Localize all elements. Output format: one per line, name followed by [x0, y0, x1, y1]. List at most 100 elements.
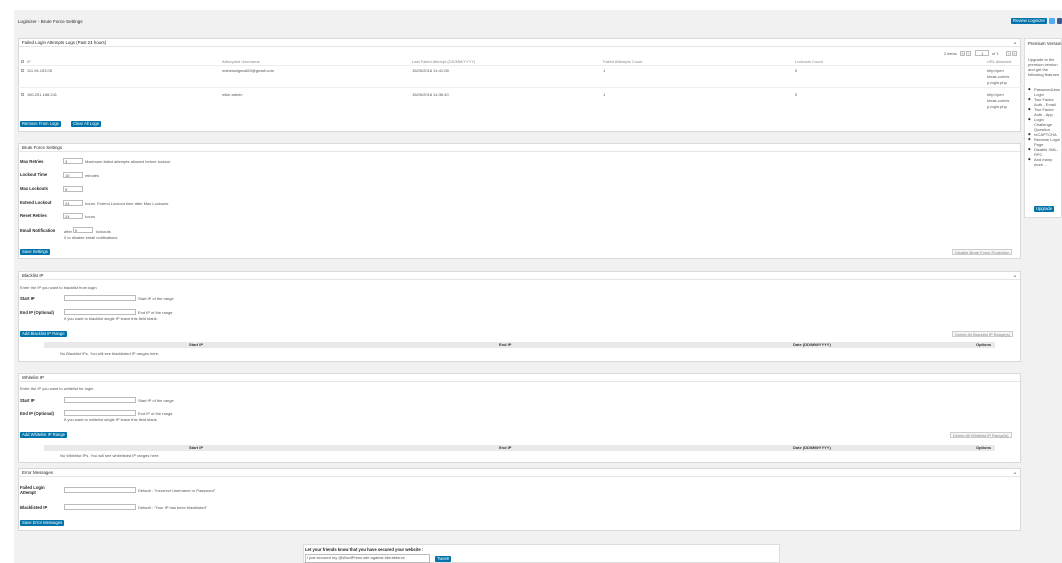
- row-checkbox[interactable]: [21, 69, 24, 72]
- blacklist-end-input[interactable]: [64, 309, 136, 315]
- row-last-attempt: 15/05/2018 14:41:08: [412, 68, 449, 73]
- list-item: Disable XML-RPC: [1028, 147, 1062, 157]
- failed-login-message-input[interactable]: [64, 487, 136, 493]
- collapse-icon[interactable]: ▲: [1013, 272, 1017, 280]
- facebook-icon[interactable]: [1057, 18, 1062, 24]
- first-page-button[interactable]: «: [960, 51, 965, 56]
- row-ip: 111.94.153.05: [27, 68, 52, 73]
- next-page-button[interactable]: ›: [1006, 51, 1011, 56]
- row-failed-count: 1: [603, 92, 606, 97]
- collapse-icon[interactable]: ▲: [1013, 469, 1017, 477]
- tweet-button[interactable]: Tweet!: [435, 556, 452, 562]
- reset-retries-input[interactable]: 24: [63, 213, 83, 219]
- panel-heading: Error Messages: [19, 469, 1020, 477]
- row-url-line: kmak.com/w: [987, 98, 1010, 103]
- row-username: maheswigmail20@gmail.com: [222, 68, 275, 73]
- column-ip: IP: [27, 59, 31, 64]
- blacklist-empty: No Blacklist IPs. You will see blacklist…: [60, 351, 160, 356]
- column-options: Options: [976, 445, 992, 450]
- whitelist-intro: Enter the IP you want to whitelist for l…: [20, 386, 94, 391]
- blacklisted-ip-message-input[interactable]: [64, 504, 136, 510]
- column-failed-count: Failed Attempts Count: [603, 59, 643, 64]
- row-username: mike admin: [222, 92, 243, 97]
- row-last-attempt: 15/05/2018 14:36:40: [412, 92, 449, 97]
- select-all-checkbox[interactable]: [21, 60, 24, 63]
- clear-all-logs-button[interactable]: Clear All Logs: [71, 121, 101, 127]
- panel-heading: Failed Login Attempts Logs (Past 24 hour…: [19, 39, 1020, 47]
- whitelist-start-input[interactable]: [64, 397, 136, 403]
- whitelist-start-label: Start IP: [20, 398, 35, 403]
- row-url-line: kmak.com/w: [987, 74, 1010, 79]
- share-message-input[interactable]: I just secured my @WordPress site agains…: [305, 554, 430, 563]
- review-button[interactable]: Review Loginizer: [1011, 18, 1047, 24]
- blacklisted-ip-label: Blacklisted IP: [20, 505, 48, 510]
- admin-menu-strip: [0, 10, 14, 563]
- row-failed-count: 1: [603, 68, 606, 73]
- blacklist-table-header: Start IP End IP Date (DD/MM/YYYY) Option…: [44, 342, 995, 348]
- max-retries-label: Max Retries: [20, 159, 44, 164]
- add-whitelist-button[interactable]: Add Whitelist IP Range: [20, 432, 67, 438]
- row-lockouts: 0: [795, 92, 798, 97]
- extend-lockout-input[interactable]: 24: [63, 200, 83, 206]
- row-ip: 180.251.188.241: [27, 92, 58, 97]
- list-item: Rename Login Page: [1028, 137, 1062, 147]
- column-options: Options: [976, 342, 992, 347]
- add-blacklist-button[interactable]: Add Blacklist IP Range: [20, 331, 67, 337]
- whitelist-end-input[interactable]: [64, 410, 136, 416]
- list-item: PasswordLess Login: [1028, 87, 1062, 97]
- premium-title: Premium Version: [1028, 41, 1062, 46]
- max-retries-input[interactable]: 3: [63, 158, 83, 164]
- blacklist-start-input[interactable]: [64, 295, 136, 301]
- list-item: Two Factor Auth - App: [1028, 107, 1062, 117]
- whitelist-start-hint: Start IP of the range: [138, 398, 174, 403]
- panel-heading: Blacklist IP: [19, 272, 1020, 280]
- whitelist-end-label: End IP (Optional): [20, 411, 54, 416]
- collapse-icon[interactable]: ▲: [1013, 39, 1017, 47]
- column-lockouts: Lockouts Count: [795, 59, 823, 64]
- panel-heading: Whitelist IP: [19, 374, 1020, 382]
- column-url: URL Attacked: [987, 59, 1012, 64]
- failed-login-label-2: Attempt: [20, 490, 36, 495]
- top-bar: [0, 0, 1062, 10]
- whitelist-empty: No Whitelist IPs. You will see whitelist…: [60, 453, 160, 458]
- save-error-messages-button[interactable]: Save Error Messages: [20, 520, 65, 526]
- blacklist-end-label: End IP (Optional): [20, 310, 54, 315]
- lockout-time-label: Lockout Time: [20, 172, 48, 177]
- last-page-button[interactable]: »: [1012, 51, 1017, 56]
- twitter-icon[interactable]: [1049, 18, 1055, 24]
- premium-feature-list: PasswordLess Login Two Factor Auth - Ema…: [1028, 87, 1062, 167]
- blacklist-end-hint-2: If you want to blacklist single IP leave…: [64, 316, 158, 321]
- column-start-ip: Start IP: [189, 445, 204, 450]
- row-lockouts: 0: [795, 68, 798, 73]
- disable-brute-force-button[interactable]: Disable Brute Force Protection: [952, 249, 1013, 255]
- save-settings-button[interactable]: Save Settings: [20, 249, 50, 255]
- lockout-time-hint: minutes: [85, 173, 100, 178]
- max-lockouts-input[interactable]: 5: [63, 186, 83, 192]
- delete-blacklist-button[interactable]: Delete All Blacklist IP Range(s): [952, 331, 1014, 337]
- premium-sidebar: Premium Version Upgrade to the premium v…: [1024, 38, 1062, 218]
- page-title: Loginizer - Brute Force Settings: [18, 19, 83, 24]
- column-start-ip: Start IP: [189, 342, 204, 347]
- items-count: 2 items: [944, 51, 957, 56]
- row-url-line: p-login.php: [987, 104, 1007, 109]
- remove-from-logs-button[interactable]: Remove From Logs: [20, 121, 61, 127]
- divider: [18, 87, 1021, 88]
- row-checkbox[interactable]: [21, 93, 24, 96]
- extend-lockout-label: Extend Lockout: [20, 200, 52, 205]
- share-text: Let your friends know that you have secu…: [305, 547, 424, 552]
- email-lockouts-input[interactable]: 0: [73, 227, 93, 233]
- delete-whitelist-button[interactable]: Delete All Whitelist IP Range(s): [950, 432, 1012, 438]
- column-end-ip: End IP: [499, 342, 512, 347]
- prev-page-button[interactable]: ‹: [966, 51, 971, 56]
- row-url-line: p-login.php: [987, 80, 1007, 85]
- blacklist-end-hint: End IP of the range.: [138, 310, 174, 315]
- page-total: of 1: [992, 51, 999, 56]
- blacklist-panel: Blacklist IP ▲: [18, 271, 1021, 362]
- page-number-input[interactable]: 1: [975, 50, 989, 56]
- max-lockouts-label: Max Lockouts: [20, 186, 48, 191]
- upgrade-button[interactable]: Upgrade: [1034, 206, 1055, 212]
- blacklist-start-label: Start IP: [20, 296, 35, 301]
- lockout-time-input[interactable]: 15: [63, 172, 83, 178]
- max-retries-hint: Maximum failed attempts allowed before l…: [85, 159, 171, 164]
- whitelist-end-hint: End IP of the range.: [138, 411, 174, 416]
